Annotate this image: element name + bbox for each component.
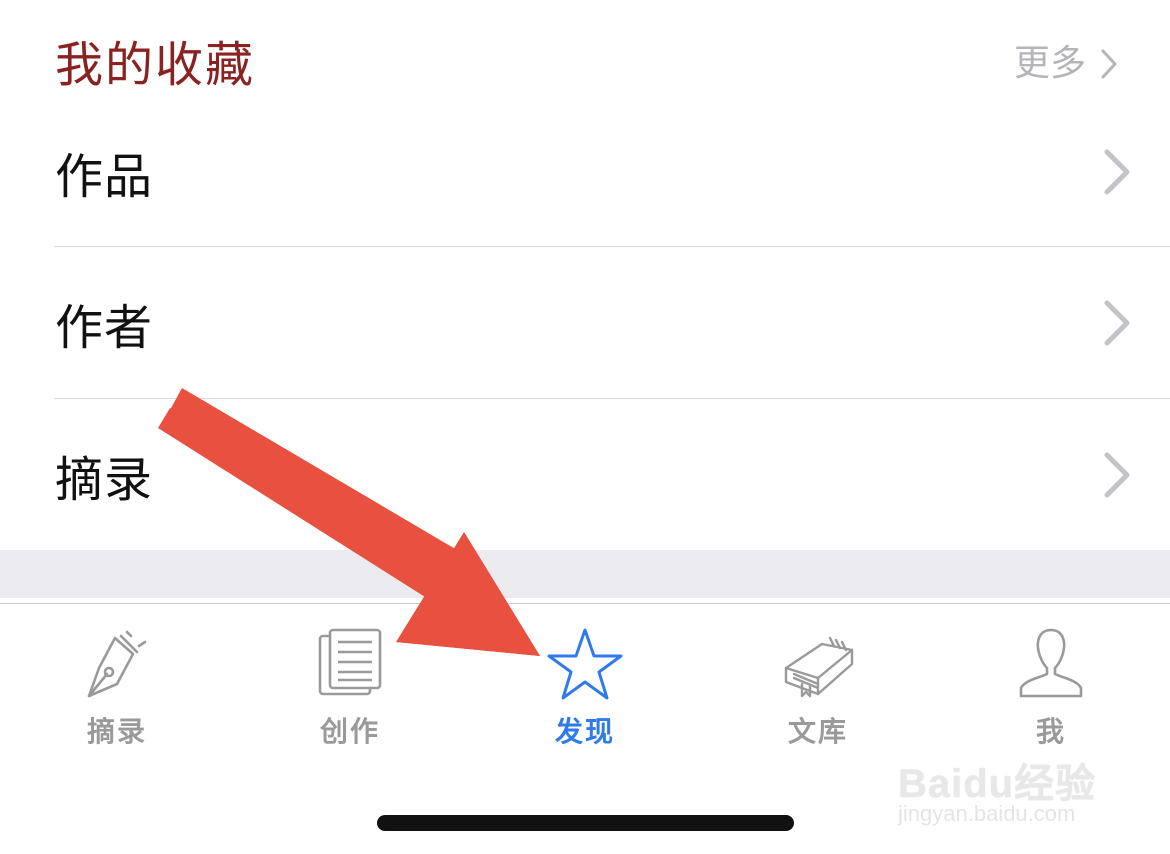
section-spacer xyxy=(0,550,1170,598)
row-label: 摘录 xyxy=(55,452,154,508)
favorites-screen: 我的收藏 更多 作品 作者 摘录 摘录 创作 发现 文库 我 Baidu经验 j… xyxy=(0,0,1170,854)
tab-label: 摘录 xyxy=(86,715,147,748)
chevron-right-icon xyxy=(1104,300,1130,346)
person-icon xyxy=(1019,628,1083,698)
home-indicator[interactable] xyxy=(377,815,794,831)
book-icon xyxy=(784,636,854,698)
tab-excerpts[interactable]: 摘录 xyxy=(47,624,187,764)
row-label: 作者 xyxy=(55,300,154,356)
tab-label: 文库 xyxy=(787,715,848,748)
chevron-right-icon xyxy=(1101,49,1117,79)
star-icon xyxy=(547,628,623,700)
tab-create[interactable]: 创作 xyxy=(280,624,420,764)
tab-label: 发现 xyxy=(554,715,615,748)
section-title: 我的收藏 xyxy=(55,37,256,93)
chevron-right-icon xyxy=(1104,452,1130,498)
baidu-watermark: Baidu经验 jingyan.baidu.com xyxy=(892,743,1122,843)
tab-library[interactable]: 文库 xyxy=(748,624,888,764)
favorites-row-works[interactable]: 作品 xyxy=(0,96,1170,248)
document-lines-icon xyxy=(318,628,382,696)
watermark-url: jingyan.baidu.com xyxy=(898,801,1076,826)
tab-label: 创作 xyxy=(319,715,380,748)
row-label: 作品 xyxy=(55,149,154,205)
more-label: 更多 xyxy=(1013,43,1086,84)
fountain-pen-icon xyxy=(87,630,147,698)
favorites-row-authors[interactable]: 作者 xyxy=(0,247,1170,399)
more-link[interactable]: 更多 xyxy=(1014,34,1118,94)
favorites-row-excerpts[interactable]: 摘录 xyxy=(0,399,1170,551)
tab-discover[interactable]: 发现 xyxy=(515,624,655,764)
chevron-right-icon xyxy=(1104,149,1130,195)
